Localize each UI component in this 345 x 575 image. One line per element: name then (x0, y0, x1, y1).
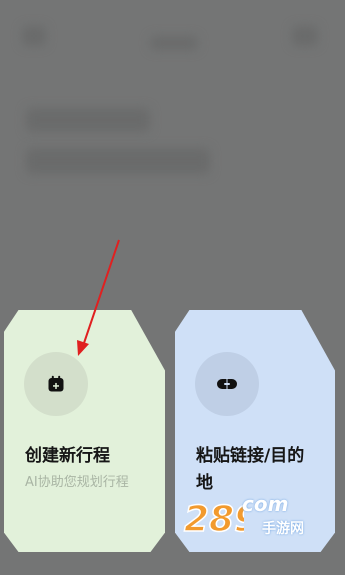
watermark-text: 手游网 (262, 521, 304, 537)
blurred-heading-line-2 (26, 148, 210, 174)
create-trip-title: 创建新行程 (25, 446, 110, 466)
watermark-logo: 289 (183, 498, 244, 541)
create-trip-icon-button[interactable] (24, 352, 88, 416)
paste-link-title: 粘贴链接/目的地 (196, 446, 305, 493)
calendar-plus-icon (48, 375, 64, 392)
create-trip-card[interactable]: 创建新行程 AI协助您规划行程 (4, 310, 165, 552)
create-trip-subtitle: AI协助您规划行程 (25, 475, 129, 490)
watermark-domain: com (242, 492, 289, 516)
blurred-heading-line-1 (26, 108, 150, 132)
blurred-header-title (150, 36, 198, 50)
paste-link-icon-button[interactable] (195, 352, 259, 416)
blurred-back-icon (22, 26, 46, 46)
link-icon (217, 378, 237, 390)
blurred-menu-icon (292, 26, 318, 46)
svg-text:289: 289 (184, 499, 244, 540)
